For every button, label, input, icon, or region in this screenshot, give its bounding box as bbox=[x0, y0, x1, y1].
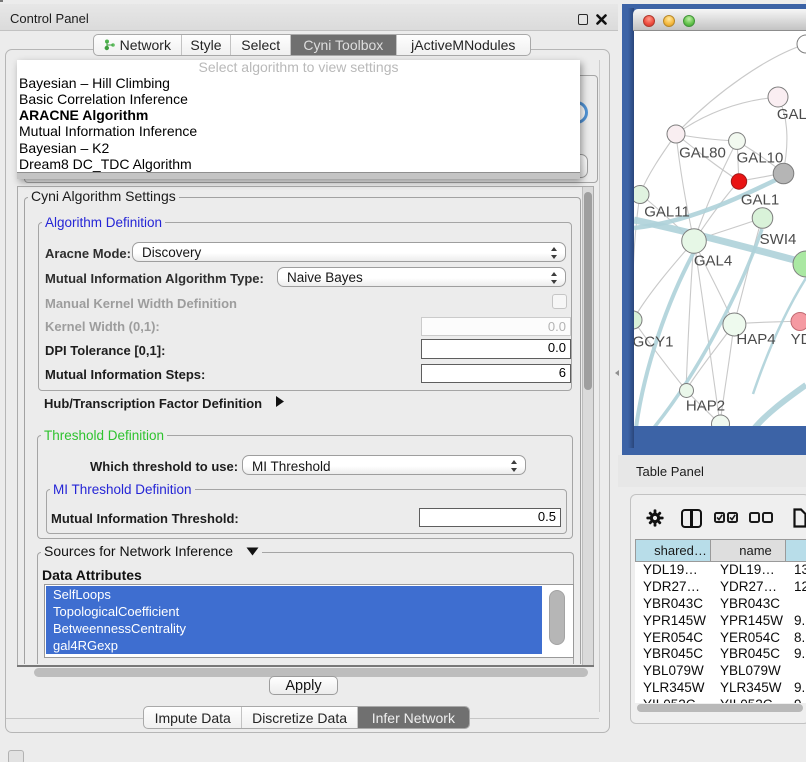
svg-text:HAP4: HAP4 bbox=[736, 331, 775, 348]
svg-text:GAL1: GAL1 bbox=[741, 192, 779, 209]
svg-text:GAL10: GAL10 bbox=[737, 150, 784, 167]
svg-text:GAL11: GAL11 bbox=[644, 204, 690, 221]
svg-text:GCY1: GCY1 bbox=[634, 334, 673, 351]
svg-text:GAL80: GAL80 bbox=[679, 145, 726, 162]
svg-text:SWI4: SWI4 bbox=[760, 231, 797, 248]
svg-text:YD: YD bbox=[791, 331, 806, 348]
svg-text:GAL7: GAL7 bbox=[777, 106, 806, 123]
svg-text:GAL4: GAL4 bbox=[694, 253, 732, 270]
svg-text:HAP2: HAP2 bbox=[686, 398, 725, 415]
